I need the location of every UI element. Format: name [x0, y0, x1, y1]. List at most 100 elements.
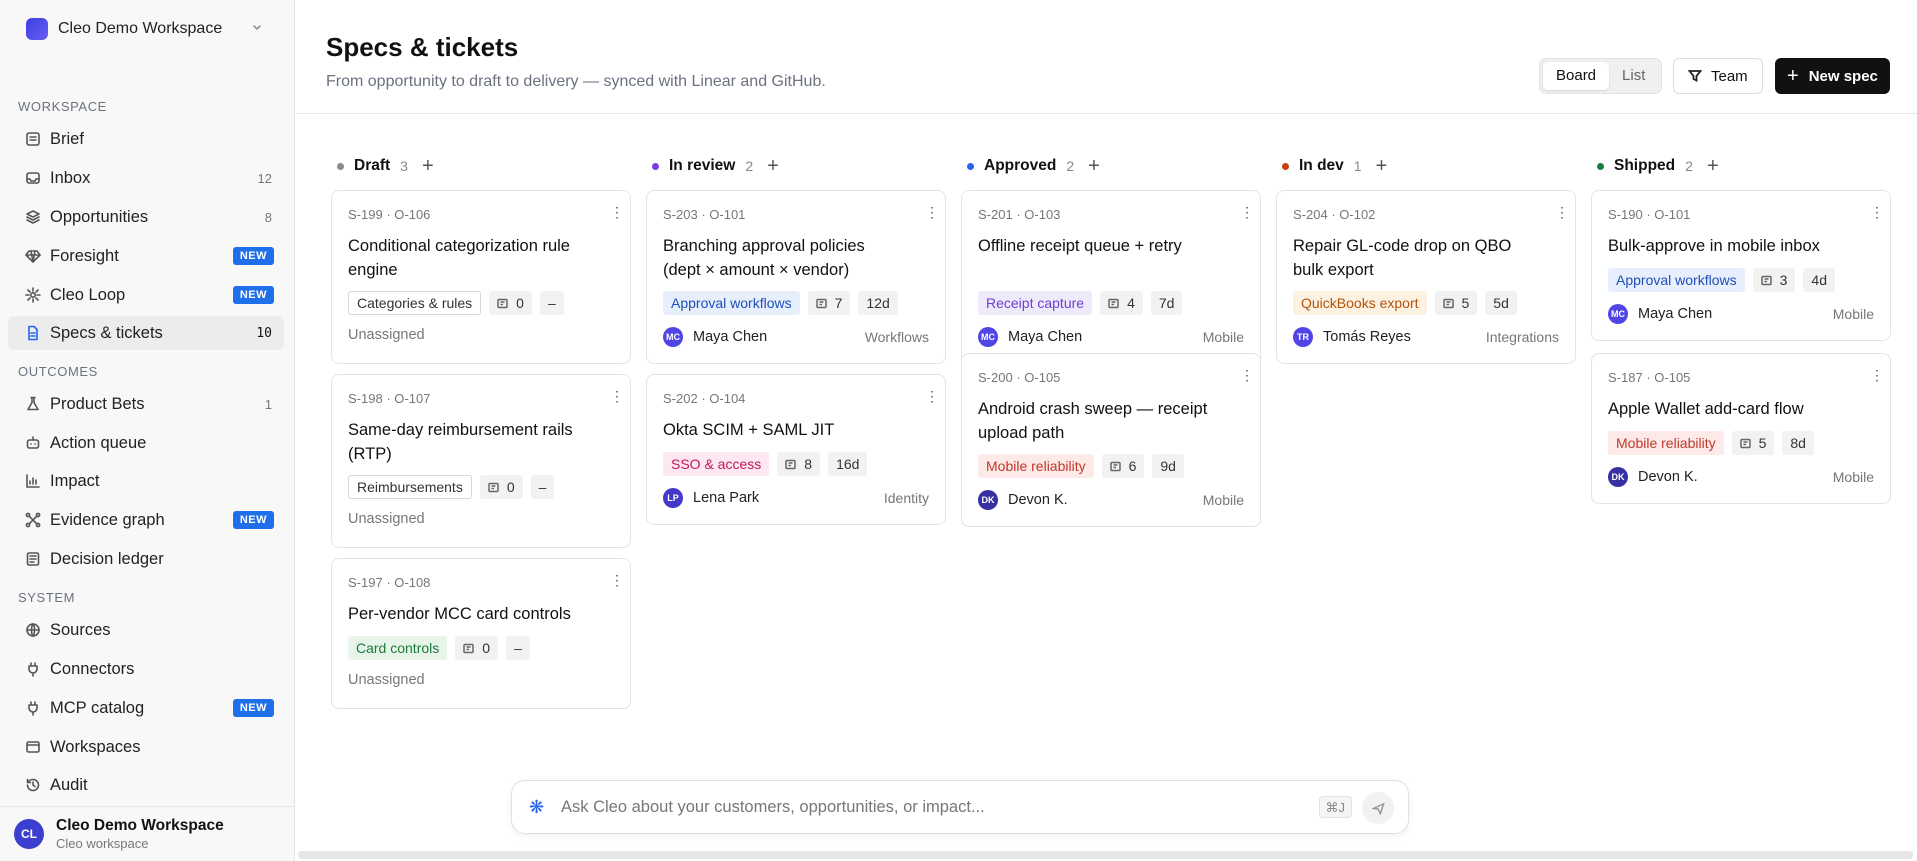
opportunity-id[interactable]: · O-101: [701, 207, 745, 222]
sidebar-item-specs-tickets[interactable]: Specs & tickets 10: [8, 316, 284, 350]
spec-id: S-204: [1293, 207, 1328, 222]
team-filter-button[interactable]: Team: [1673, 58, 1763, 94]
opportunity-id[interactable]: · O-103: [1016, 207, 1060, 222]
card-title: Okta SCIM + SAML JIT: [663, 421, 835, 439]
ask-cleo-bar[interactable]: ❋ Ask Cleo about your customers, opportu…: [511, 780, 1409, 834]
workspace-switcher[interactable]: Cleo Demo Workspace: [16, 14, 276, 44]
ask-input[interactable]: Ask Cleo about your customers, opportuni…: [561, 798, 985, 817]
spec-card[interactable]: S-190 · O-101 ⋮ Bulk-approve in mobile i…: [1591, 190, 1891, 341]
spec-card[interactable]: S-203 · O-101 ⋮ Branching approval polic…: [646, 190, 946, 364]
add-card-button[interactable]: +: [1088, 156, 1100, 176]
add-card-button[interactable]: +: [1376, 156, 1388, 176]
evidence-icon: [815, 298, 835, 309]
card-chips: Mobile reliability 5 8d: [1608, 431, 1814, 455]
account-footer[interactable]: CL Cleo Demo Workspace Cleo workspace: [0, 806, 295, 861]
opportunity-id[interactable]: · O-105: [1016, 370, 1060, 385]
theme-tag[interactable]: QuickBooks export: [1293, 291, 1427, 315]
sidebar-item-workspaces[interactable]: Workspaces: [8, 730, 284, 764]
card-ids: S-201 · O-103: [978, 207, 1060, 222]
more-options-icon[interactable]: ⋮: [610, 389, 624, 403]
spec-card[interactable]: S-201 · O-103 ⋮ Offline receipt queue + …: [961, 190, 1261, 364]
sidebar-item-foresight[interactable]: Foresight NEW: [8, 239, 284, 273]
more-options-icon[interactable]: ⋮: [1555, 205, 1569, 219]
theme-tag[interactable]: Receipt capture: [978, 291, 1093, 315]
column-count: 3: [400, 158, 408, 174]
sparkle-icon: ❋: [529, 797, 545, 817]
spec-card[interactable]: S-202 · O-104 ⋮ Okta SCIM + SAML JIT SSO…: [646, 374, 946, 525]
sidebar-item-inbox[interactable]: Inbox 12: [8, 161, 284, 195]
card-chips: Receipt capture 4 7d: [978, 291, 1183, 315]
window-icon: [16, 730, 50, 764]
column-title: Shipped: [1614, 157, 1676, 174]
opportunity-id[interactable]: · O-106: [386, 207, 430, 222]
theme-tag[interactable]: Card controls: [348, 636, 448, 660]
sidebar-item-action-queue[interactable]: Action queue: [8, 426, 284, 460]
card-footer: MC Maya Chen Mobile: [978, 327, 1244, 347]
more-options-icon[interactable]: ⋮: [925, 205, 939, 219]
theme-tag[interactable]: Approval workflows: [663, 291, 800, 315]
age-badge: 8d: [1782, 431, 1814, 455]
more-options-icon[interactable]: ⋮: [610, 573, 624, 587]
view-board-button[interactable]: Board: [1543, 62, 1610, 90]
sidebar-item-sources[interactable]: Sources: [8, 613, 284, 647]
team-label: Identity: [883, 490, 929, 506]
opportunity-id[interactable]: · O-107: [386, 391, 430, 406]
spec-card[interactable]: S-200 · O-105 ⋮ Android crash sweep — re…: [961, 353, 1261, 527]
sidebar-item-product-bets[interactable]: Product Bets 1: [8, 387, 284, 421]
opportunity-id[interactable]: · O-105: [1646, 370, 1690, 385]
opportunity-id[interactable]: · O-102: [1331, 207, 1375, 222]
card-ids: S-198 · O-107: [348, 391, 430, 406]
age-badge: 7d: [1150, 291, 1183, 315]
add-card-button[interactable]: +: [1707, 156, 1719, 176]
sidebar-item-label: Product Bets: [50, 394, 145, 413]
send-button[interactable]: [1362, 792, 1394, 824]
sidebar-item-opportunities[interactable]: Opportunities 8: [8, 200, 284, 234]
plus-icon: +: [1787, 65, 1799, 87]
sidebar-item-brief[interactable]: Brief: [8, 122, 284, 156]
plug-icon: [16, 652, 50, 686]
more-options-icon[interactable]: ⋮: [1870, 368, 1884, 382]
sidebar-item-mcp-catalog[interactable]: MCP catalog NEW: [8, 691, 284, 725]
spec-card[interactable]: S-198 · O-107 ⋮ Same-day reimbursement r…: [331, 374, 631, 548]
new-spec-button[interactable]: + New spec: [1775, 58, 1890, 94]
status-dot: [1597, 162, 1604, 170]
evidence-count: 6: [1101, 454, 1145, 478]
theme-tag[interactable]: Mobile reliability: [1608, 431, 1724, 455]
opportunity-id[interactable]: · O-104: [701, 391, 745, 406]
avatar: DK: [1608, 467, 1628, 487]
theme-tag[interactable]: Reimbursements: [348, 475, 472, 499]
theme-tag[interactable]: Mobile reliability: [978, 454, 1094, 478]
more-options-icon[interactable]: ⋮: [1870, 205, 1884, 219]
opportunity-id[interactable]: · O-108: [386, 575, 430, 590]
sidebar-item-connectors[interactable]: Connectors: [8, 652, 284, 686]
add-card-button[interactable]: +: [422, 156, 434, 176]
theme-tag[interactable]: SSO & access: [663, 452, 770, 476]
sidebar-item-label: MCP catalog: [50, 698, 145, 717]
more-options-icon[interactable]: ⋮: [1240, 205, 1254, 219]
opportunity-id[interactable]: · O-101: [1646, 207, 1690, 222]
theme-tag[interactable]: Approval workflows: [1608, 268, 1745, 292]
sidebar-item-decision-ledger[interactable]: Decision ledger: [8, 542, 284, 576]
card-title: Branching approval policies (dept × amou…: [663, 237, 865, 279]
history-icon: [16, 768, 50, 802]
more-options-icon[interactable]: ⋮: [925, 389, 939, 403]
ledger-icon: [16, 542, 50, 576]
spec-card[interactable]: S-187 · O-105 ⋮ Apple Wallet add-card fl…: [1591, 353, 1891, 504]
theme-tag[interactable]: Categories & rules: [348, 291, 482, 315]
view-list-button[interactable]: List: [1609, 62, 1658, 90]
horizontal-scrollbar[interactable]: [298, 851, 1913, 859]
spec-id: S-198: [348, 391, 383, 406]
add-card-button[interactable]: +: [767, 156, 779, 176]
more-options-icon[interactable]: ⋮: [1240, 368, 1254, 382]
sidebar-item-audit[interactable]: Audit: [8, 768, 284, 802]
sidebar-item-cleo-loop[interactable]: Cleo Loop NEW: [8, 278, 284, 312]
age-badge: 4d: [1803, 268, 1835, 292]
sidebar-item-evidence-graph[interactable]: Evidence graph NEW: [8, 503, 284, 537]
assignee-name: Lena Park: [693, 490, 760, 506]
spec-card[interactable]: S-199 · O-106 ⋮ Conditional categorizati…: [331, 190, 631, 364]
more-options-icon[interactable]: ⋮: [610, 205, 624, 219]
sidebar-item-impact[interactable]: Impact: [8, 464, 284, 498]
spec-card[interactable]: S-197 · O-108 ⋮ Per-vendor MCC card cont…: [331, 558, 631, 709]
card-footer: Unassigned: [348, 672, 614, 688]
spec-card[interactable]: S-204 · O-102 ⋮ Repair GL-code drop on Q…: [1276, 190, 1576, 364]
